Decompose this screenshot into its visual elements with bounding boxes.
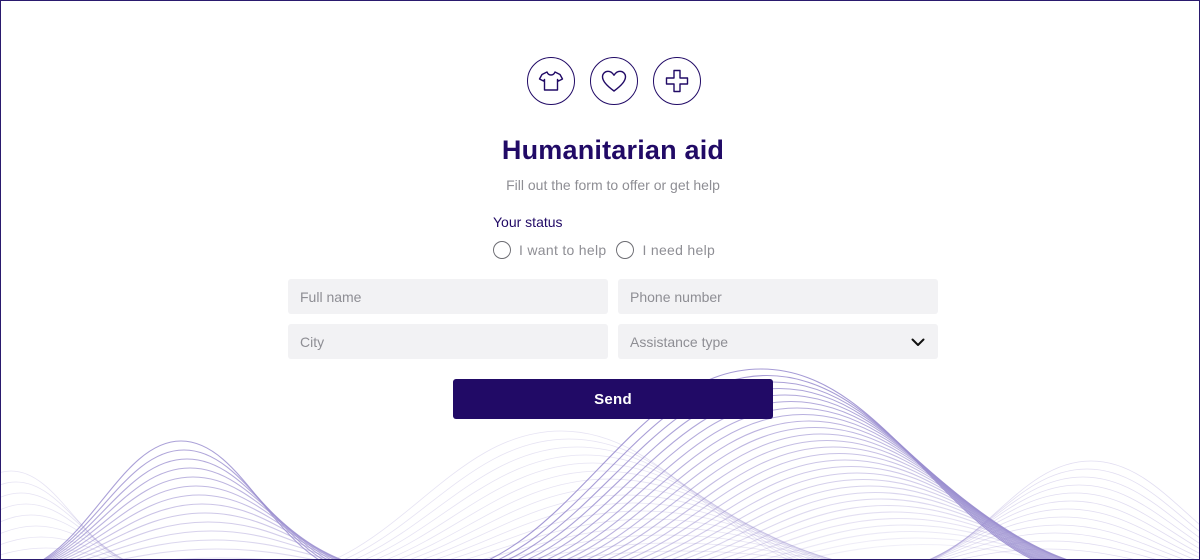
wave-line	[75, 521, 341, 559]
wave-line	[54, 485, 338, 559]
wave-line	[46, 458, 328, 559]
radio-label: I want to help	[519, 242, 607, 258]
wave-line	[482, 526, 832, 559]
wave-line	[1, 514, 124, 559]
wave-line	[566, 420, 1052, 559]
radio-need-help[interactable]: I need help	[616, 241, 715, 259]
wave-line	[62, 503, 342, 559]
wave-line	[537, 400, 1045, 559]
radio-button[interactable]	[616, 241, 635, 259]
wave-line	[586, 433, 1056, 559]
wave-line	[364, 454, 806, 559]
wave-line	[556, 413, 1050, 559]
wave-line	[764, 530, 1058, 559]
wave-line	[929, 500, 1199, 559]
wave-line	[707, 504, 1067, 559]
wave-line	[683, 491, 1067, 559]
chevron-down-icon	[910, 334, 926, 350]
wave-line	[933, 524, 1185, 559]
wave-line	[435, 502, 831, 559]
wave-line	[375, 462, 811, 559]
full-name-input[interactable]	[288, 279, 608, 314]
wave-line	[1, 492, 123, 559]
wave-line	[49, 467, 331, 559]
wave-line	[68, 512, 342, 559]
wave-line	[959, 548, 1135, 559]
wave-line	[694, 498, 1068, 559]
wave-line	[44, 449, 324, 559]
wave-line	[671, 485, 1067, 559]
wave-line	[528, 542, 818, 559]
heart-icon	[590, 57, 638, 105]
wave-line	[945, 540, 1157, 559]
wave-line	[120, 548, 314, 559]
wave-line	[344, 438, 794, 559]
t-shirt-icon	[527, 57, 575, 105]
wave-line	[1, 481, 122, 559]
wave-line	[720, 511, 1066, 559]
wave-line	[748, 524, 1062, 559]
wave-line	[932, 468, 1199, 559]
page-frame: Humanitarian aid Fill out the form to of…	[0, 0, 1200, 560]
wave-line	[938, 532, 1172, 559]
wave-line	[606, 446, 1060, 559]
wave-line	[354, 446, 800, 559]
city-input[interactable]	[288, 324, 608, 359]
wave-line	[649, 472, 1065, 559]
wave-line	[1, 547, 108, 559]
wave-line	[596, 439, 1058, 559]
wave-line	[931, 476, 1199, 559]
wave-line	[638, 465, 1064, 559]
wave-line	[929, 492, 1199, 559]
wave-line	[465, 518, 833, 559]
wave-line	[803, 543, 1043, 559]
wave-line	[617, 452, 1061, 559]
phone-number-input[interactable]	[618, 279, 938, 314]
wave-line	[527, 394, 1043, 559]
wave-line	[782, 537, 1052, 559]
send-button[interactable]: Send	[453, 379, 773, 419]
assistance-type-placeholder: Assistance type	[630, 333, 729, 350]
assistance-type-select[interactable]: Assistance type	[618, 324, 938, 359]
wave-line	[51, 476, 335, 559]
radio-label: I need help	[642, 242, 716, 258]
wave-line	[934, 460, 1199, 559]
page-subtitle: Fill out the form to offer or get help	[506, 177, 720, 193]
wave-line	[660, 478, 1066, 559]
wave-line	[1, 470, 119, 559]
status-label: Your status	[493, 214, 563, 230]
wave-line	[85, 530, 337, 559]
wave-line	[98, 539, 330, 559]
wave-line	[930, 484, 1199, 559]
category-icons	[527, 57, 701, 105]
wave-line	[334, 430, 788, 559]
radio-button[interactable]	[493, 241, 511, 259]
medical-cross-icon	[653, 57, 701, 105]
wave-line	[503, 534, 827, 559]
wave-line	[1, 525, 123, 559]
wave-line	[449, 510, 833, 559]
wave-line	[546, 407, 1048, 559]
wave-line	[929, 508, 1199, 559]
wave-line	[565, 550, 797, 559]
wave-line	[930, 516, 1196, 559]
wave-line	[410, 486, 824, 559]
page-title: Humanitarian aid	[501, 135, 725, 165]
wave-line	[43, 440, 319, 559]
wave-line	[576, 426, 1054, 559]
wave-line	[1, 536, 118, 559]
status-radio-group: I want to help I need help	[493, 241, 715, 259]
wave-line	[58, 494, 340, 559]
wave-line	[422, 494, 828, 559]
wave-line	[627, 459, 1063, 559]
wave-line	[733, 517, 1065, 559]
radio-want-to-help[interactable]: I want to help	[493, 241, 606, 259]
wave-line	[398, 478, 820, 559]
wave-line	[1, 503, 124, 559]
wave-line	[387, 470, 815, 559]
